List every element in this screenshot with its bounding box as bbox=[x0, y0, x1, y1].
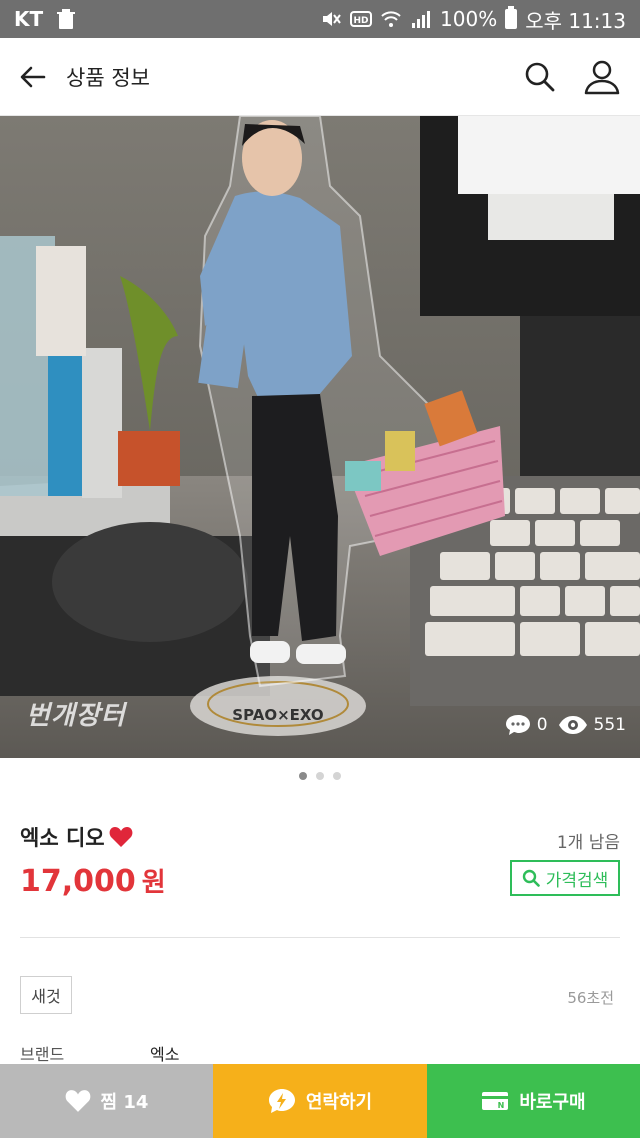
price-currency: 원 bbox=[141, 868, 166, 898]
buy-now-button[interactable]: N 바로구매 bbox=[427, 1064, 640, 1138]
carrier-label: KT bbox=[14, 7, 44, 31]
clock: 오후 11:13 bbox=[525, 8, 626, 33]
search-button[interactable] bbox=[520, 57, 560, 97]
photo-stats: 0 551 bbox=[505, 714, 626, 736]
product-price: 17,000 원 bbox=[20, 862, 166, 899]
app-bar: 상품 정보 bbox=[0, 38, 640, 116]
divider bbox=[20, 937, 620, 938]
svg-text:SPAO×EXO: SPAO×EXO bbox=[232, 706, 323, 724]
hd-icon: HD bbox=[350, 8, 373, 30]
product-name: 엑소 디오 bbox=[20, 822, 133, 852]
svg-text:N: N bbox=[498, 1101, 505, 1110]
stock-remaining: 1개 남음 bbox=[556, 833, 620, 853]
status-bar: KT HD 100% 오후 11:13 bbox=[0, 0, 640, 38]
arrow-left-icon bbox=[20, 66, 46, 87]
contact-label: 연락하기 bbox=[305, 1092, 373, 1113]
battery-icon bbox=[505, 6, 518, 29]
signal-icon bbox=[410, 8, 432, 30]
watermark: 번개장터 bbox=[26, 701, 126, 731]
product-photo-image: SPAO×EXO bbox=[0, 116, 640, 758]
posted-time: 56초전 bbox=[567, 989, 614, 1007]
bottom-action-bar: 찜 14 연락하기 N 바로구매 bbox=[0, 1064, 640, 1138]
profile-button[interactable] bbox=[582, 57, 622, 97]
card-icon: N bbox=[482, 1092, 509, 1110]
brand-value: 엑소 bbox=[150, 1045, 180, 1064]
price-value: 17,000 bbox=[20, 864, 136, 899]
svg-text:HD: HD bbox=[354, 16, 369, 26]
view-count-value: 551 bbox=[593, 715, 626, 735]
back-button[interactable] bbox=[0, 38, 66, 116]
battery-percent: 100% bbox=[440, 7, 498, 31]
search-icon bbox=[522, 869, 540, 887]
brand-label: 브랜드 bbox=[20, 1045, 65, 1064]
comment-count-value: 0 bbox=[536, 715, 548, 735]
condition-badge: 새것 bbox=[20, 976, 72, 1014]
carousel-dot[interactable] bbox=[299, 772, 307, 780]
product-name-text: 엑소 디오 bbox=[20, 826, 105, 850]
buy-now-label: 바로구매 bbox=[519, 1092, 586, 1113]
mute-icon bbox=[320, 8, 342, 30]
page-title: 상품 정보 bbox=[66, 65, 150, 90]
eye-icon bbox=[558, 716, 587, 734]
user-icon bbox=[584, 60, 620, 94]
like-button[interactable]: 찜 14 bbox=[0, 1064, 213, 1138]
comment-icon bbox=[505, 715, 530, 735]
contact-button[interactable]: 연락하기 bbox=[213, 1064, 427, 1138]
price-search-button[interactable]: 가격검색 bbox=[510, 860, 620, 896]
price-search-label: 가격검색 bbox=[545, 870, 609, 891]
product-photo[interactable]: SPAO×EXO 번개장터 0 551 bbox=[0, 116, 640, 758]
heart-icon bbox=[65, 1090, 90, 1112]
heart-icon bbox=[109, 827, 133, 847]
view-count: 551 bbox=[558, 715, 626, 735]
like-label: 찜 14 bbox=[100, 1092, 149, 1113]
carousel-dot[interactable] bbox=[333, 772, 341, 780]
comment-count: 0 bbox=[505, 714, 548, 736]
search-icon bbox=[525, 62, 555, 91]
carousel-dots bbox=[0, 772, 640, 780]
chat-bolt-icon bbox=[268, 1089, 295, 1113]
carousel-dot[interactable] bbox=[316, 772, 324, 780]
trash-icon bbox=[57, 8, 79, 30]
wifi-icon bbox=[380, 8, 402, 30]
